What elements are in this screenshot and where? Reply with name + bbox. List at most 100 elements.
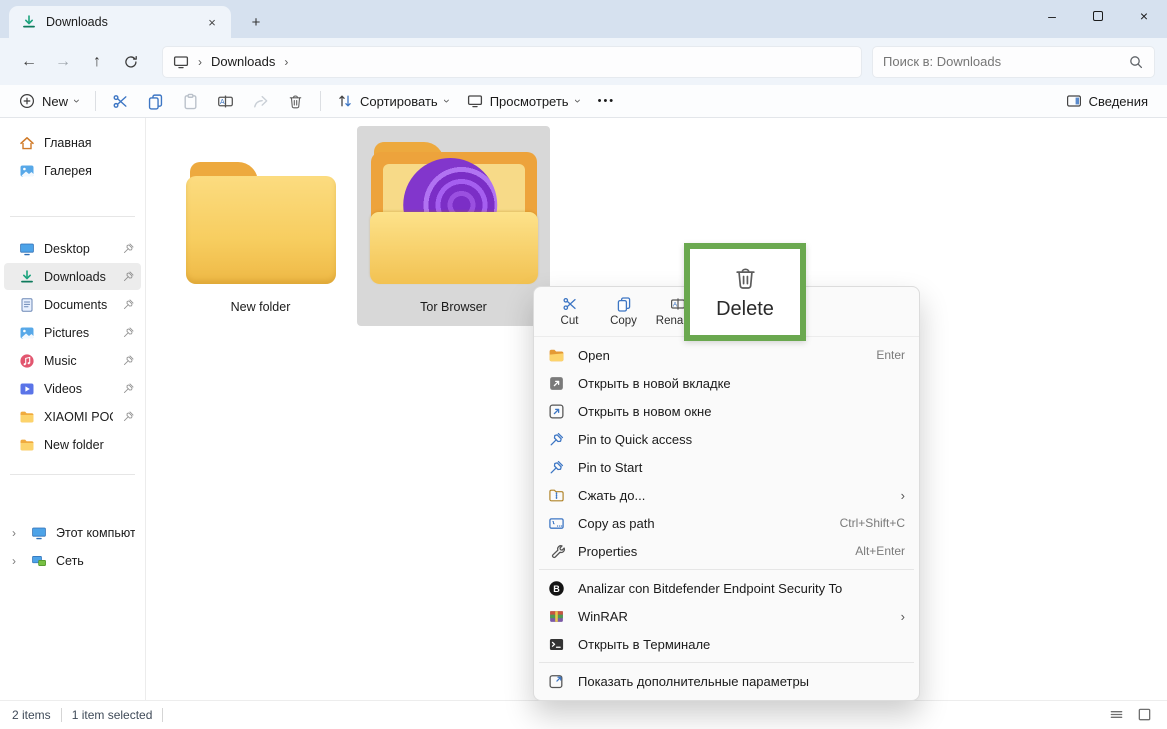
folder-open-small-icon [548,347,565,364]
sidebar-item-videos[interactable]: Videos [4,375,141,402]
sidebar-item-gallery[interactable]: Галерея [4,157,141,184]
sidebar-item-home[interactable]: Главная [4,129,141,156]
menu-item-properties[interactable]: Properties Alt+Enter [538,537,915,565]
search-icon[interactable] [1128,54,1144,70]
expand-chevron-icon[interactable]: › [12,554,22,568]
gallery-icon [19,163,35,179]
context-menu: Cut Copy A Rename Open Enter Открыть в н… [533,286,920,701]
this-pc-icon [31,525,47,541]
window-controls: – × [1029,0,1167,32]
sidebar-item-label: Главная [44,136,135,150]
large-icons-view-icon [1137,707,1153,723]
close-button[interactable]: × [1121,0,1167,32]
pin-blue-icon [548,459,565,476]
sidebar-item-downloads[interactable]: Downloads [4,263,141,290]
chevron-down-icon: › [441,99,453,103]
new-button[interactable]: New › [10,87,88,115]
address-bar[interactable]: › Downloads › [162,46,862,78]
icons-view-toggle[interactable] [1135,705,1155,725]
sidebar-item-documents[interactable]: Documents [4,291,141,318]
sidebar-item-pictures[interactable]: Pictures [4,319,141,346]
quick-action-label: Copy [610,315,637,327]
sidebar-item-label: Documents [44,298,113,312]
terminal-icon [548,636,565,653]
trash-icon[interactable] [732,263,759,293]
share-button[interactable] [243,87,278,115]
sidebar-item-label: Videos [44,382,113,396]
submenu-chevron-icon: › [895,488,905,503]
scissors-icon [112,93,129,110]
status-divider [61,708,62,722]
sidebar-item-music[interactable]: Music [4,347,141,374]
menu-item-open[interactable]: Open Enter [538,341,915,369]
maximize-icon [1093,11,1103,21]
back-button[interactable]: ← [12,46,46,78]
svg-text:A: A [220,99,225,106]
tab-downloads[interactable]: Downloads × [9,6,231,38]
menu-item-pin-quick-access[interactable]: Pin to Quick access [538,425,915,453]
menu-item-compress[interactable]: Сжать до... › [538,481,915,509]
tab-close-icon[interactable]: × [203,15,221,30]
sidebar: Главная Галерея Desktop Downloads Docume… [0,118,146,700]
refresh-icon [123,54,139,70]
delete-highlight-annotation: Delete [684,243,806,341]
sidebar-item-network[interactable]: › Сеть [6,547,141,574]
status-divider [162,708,163,722]
new-tab-button[interactable]: + [241,9,271,35]
breadcrumb-chevron-icon[interactable]: › [198,55,202,69]
sort-button[interactable]: Сортировать › [328,87,458,115]
file-explorer-window: Downloads × + – × ← → ↑ › Downloads › По… [0,0,1167,729]
view-button[interactable]: Просмотреть › [458,87,589,115]
sidebar-item-xiaomi[interactable]: XIAOMI POCO F [4,403,141,430]
refresh-button[interactable] [114,46,148,78]
quick-action-cut[interactable]: Cut [546,290,593,334]
menu-item-pin-start[interactable]: Pin to Start [538,453,915,481]
file-tile-new-folder[interactable]: New folder [164,126,357,326]
toolbar-divider [320,91,321,111]
breadcrumb[interactable]: Downloads [211,54,275,69]
expand-chevron-icon[interactable]: › [12,526,22,540]
forward-button[interactable]: → [46,46,80,78]
open-new-tab-icon [548,375,565,392]
menu-item-open-new-tab[interactable]: Открыть в новой вкладке [538,369,915,397]
minimize-button[interactable]: – [1029,0,1075,32]
scissors-icon [562,296,578,312]
sidebar-item-label: Этот компьютер [56,526,135,540]
menu-item-open-terminal[interactable]: Открыть в Терминале [538,630,915,658]
copy-button[interactable] [138,87,173,115]
trash-icon [287,93,304,110]
search-input[interactable]: Поиск в: Downloads [872,46,1155,78]
sidebar-item-this-pc[interactable]: › Этот компьютер [6,519,141,546]
menu-item-open-new-window[interactable]: Открыть в новом окне [538,397,915,425]
chevron-down-icon: › [572,99,584,103]
rename-button[interactable]: A [208,87,243,115]
file-tile-tor-browser[interactable]: Tor Browser [357,126,550,326]
folder-small-icon [19,409,35,425]
details-pane-button[interactable]: Сведения [1057,87,1157,115]
delete-button[interactable] [278,87,313,115]
menu-item-winrar[interactable]: WinRAR › [538,602,915,630]
details-button-label: Сведения [1089,94,1148,109]
up-button[interactable]: ↑ [80,46,114,78]
cut-button[interactable] [103,87,138,115]
menu-item-copy-as-path[interactable]: Copy as path Ctrl+Shift+C [538,509,915,537]
sidebar-item-new-folder[interactable]: New folder [4,431,141,458]
pin-icon [122,326,135,339]
submenu-chevron-icon: › [895,609,905,624]
details-view-toggle[interactable] [1107,705,1127,725]
paste-button[interactable] [173,87,208,115]
home-icon [19,135,35,151]
more-options-button[interactable]: ••• [589,87,625,115]
sort-icon [337,93,353,109]
delete-annotation-label[interactable]: Delete [716,298,774,321]
maximize-button[interactable] [1075,0,1121,32]
this-pc-icon[interactable] [173,54,189,70]
menu-item-label: WinRAR [578,609,882,624]
breadcrumb-chevron-icon[interactable]: › [284,55,288,69]
menu-item-show-more-options[interactable]: Показать дополнительные параметры [538,667,915,695]
menu-item-bitdefender[interactable]: B Analizar con Bitdefender Endpoint Secu… [538,574,915,602]
videos-icon [19,381,35,397]
gallery-icon [19,325,35,341]
quick-action-copy[interactable]: Copy [600,290,647,334]
sidebar-item-desktop[interactable]: Desktop [4,235,141,262]
